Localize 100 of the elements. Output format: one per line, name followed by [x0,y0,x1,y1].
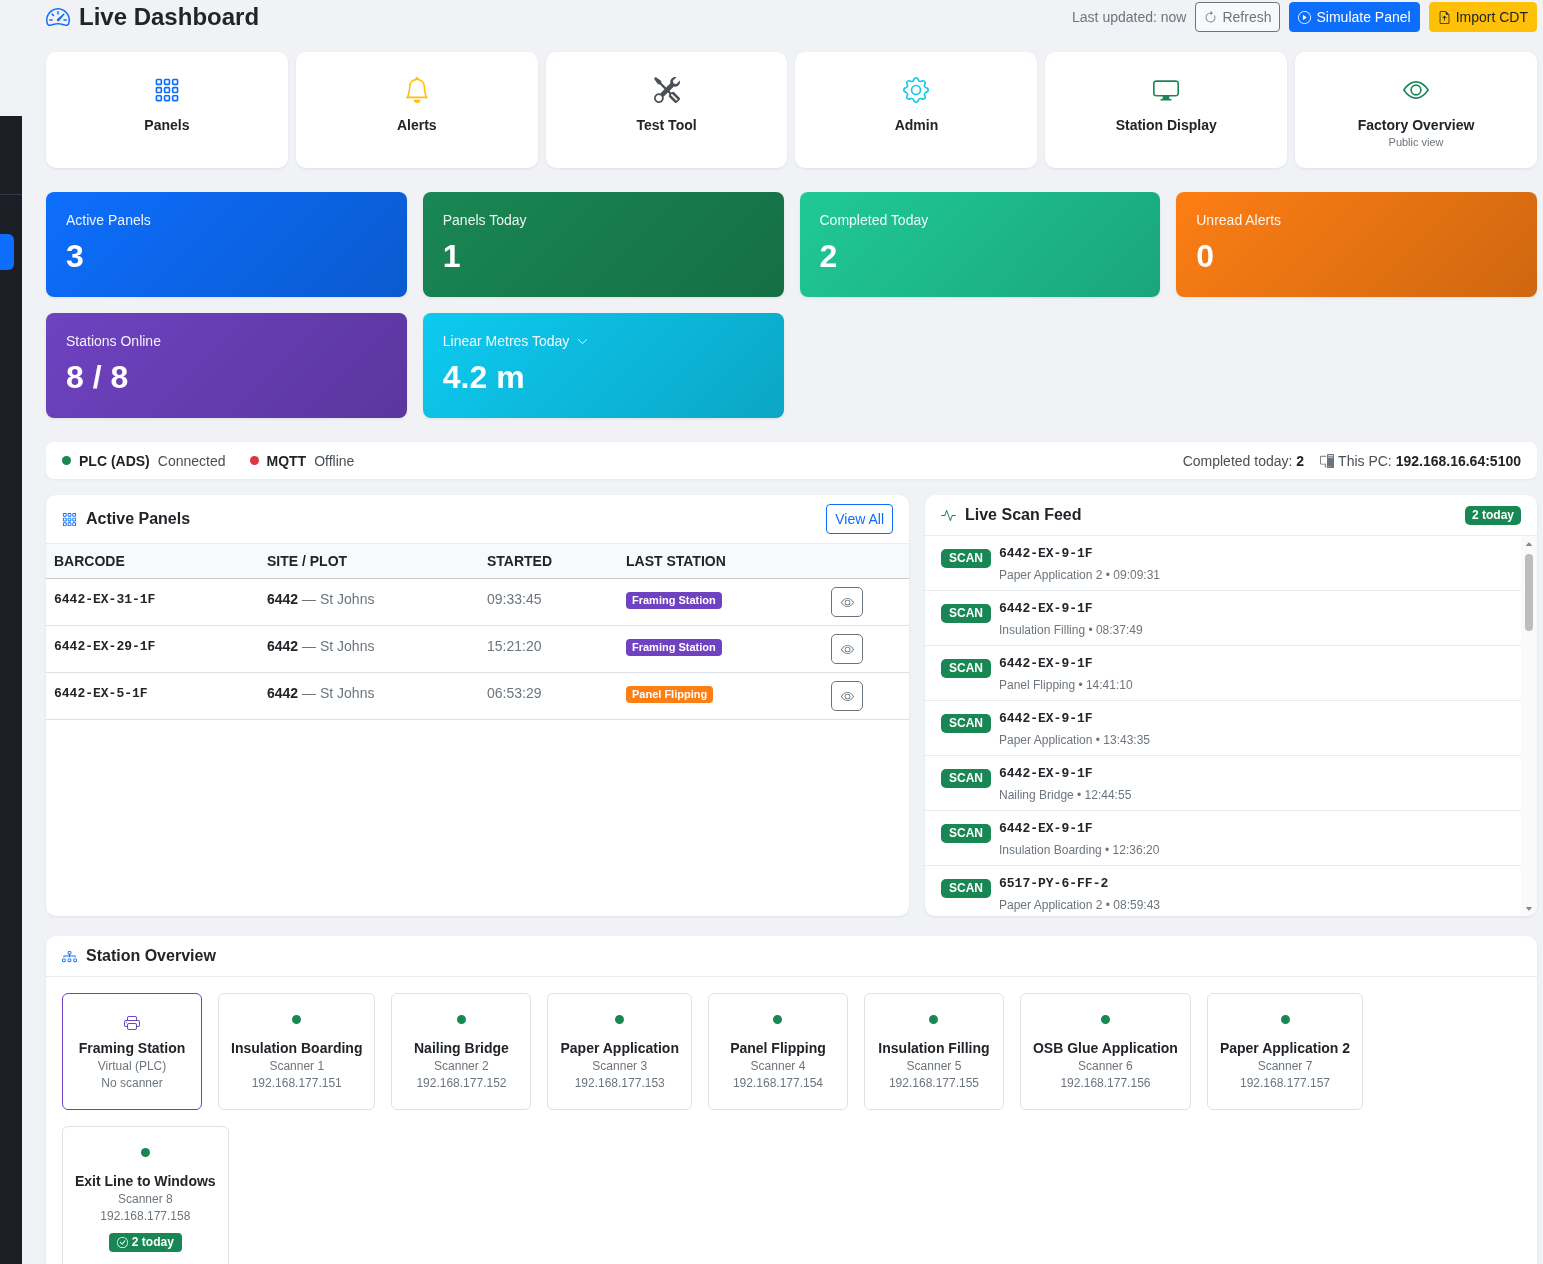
stat-value: 4.2 m [442,358,526,396]
station-detail: Scanner 8 [117,1191,173,1208]
sidebar-item[interactable] [0,234,14,270]
column-header: STARTED [479,543,618,579]
station-detail: Scanner 4 [750,1058,806,1075]
service-state: Connected [157,452,226,469]
view-all-button[interactable]: View All [826,504,893,534]
host-address-text: This PC: 192.168.16.64:5100 [1338,452,1521,469]
view-button[interactable] [831,681,863,711]
view-button[interactable] [831,634,863,664]
nav-card[interactable]: Test Tool [545,52,788,168]
barcode-text: 6442-EX-9-1F [999,545,1093,563]
station-name: Insulation Filling [878,1039,990,1058]
simulate-panel-button[interactable]: Simulate Panel [1289,2,1420,32]
column-header: LAST STATION [618,543,823,579]
scan-badge: SCAN [941,824,991,843]
view-button[interactable] [831,587,863,617]
chevron-down-icon[interactable] [577,336,589,347]
scan-badge: SCAN [941,549,991,568]
station-detail: Scanner 2 [434,1058,489,1075]
refresh-button[interactable]: Refresh [1195,2,1281,32]
scan-detail: Paper Application 2 • 09:09:31 [999,567,1160,583]
station-detail: 192.168.177.154 [732,1075,823,1092]
eye-icon [840,642,854,656]
nav-card[interactable]: Panels [46,52,288,168]
barcode-text: 6442-EX-9-1F [999,765,1093,783]
station-name: Nailing Bridge [414,1039,509,1058]
import-button[interactable]: Import CDT [1428,2,1537,32]
station-name: Framing Station [78,1039,186,1058]
site-plot-cell: 6442 — St Johns [259,672,479,720]
site-plot-cell: 6442 — St Johns [259,625,479,673]
scan-badge: SCAN [941,659,991,678]
play-icon [1298,10,1312,24]
file-upload-icon [1437,10,1451,24]
stat-value: 1 [442,237,462,275]
station-name: Paper Application 2 [1219,1039,1351,1058]
scan-detail: Insulation Filling • 08:37:49 [999,622,1143,638]
service-name: MQTT [266,452,307,469]
speedometer-icon [46,5,70,29]
count-badge: 2 today [1465,505,1521,525]
stat-label: Active Panels [66,212,151,229]
nav-card[interactable]: Admin [795,52,1038,168]
nav-card[interactable]: Alerts [295,52,538,168]
stat-label: Stations Online [66,333,161,350]
scan-badge: SCAN [941,604,991,623]
station-name: OSB Glue Application [1032,1039,1178,1058]
barcode-text: 6442-EX-9-1F [999,820,1093,838]
scan-detail: Insulation Boarding • 12:36:20 [999,842,1160,858]
barcode-cell: 6442-EX-5-1F [46,672,259,720]
site-plot-cell: 6442 — St Johns [259,578,479,626]
barcode-text: 6442-EX-9-1F [999,710,1093,728]
column-header: BARCODE [46,543,259,579]
barcode-text: 6442-EX-9-1F [999,600,1093,618]
card-title: Live Scan Feed [965,505,1082,525]
diagram-icon [62,948,77,964]
barcode-cell: 6442-EX-29-1F [46,625,259,673]
card-title: Active Panels [86,509,191,529]
page-title: Live Dashboard [79,2,260,32]
completed-today-text: Completed today: 2 [1182,452,1305,469]
refresh-icon [1204,10,1218,24]
station-detail: 192.168.177.158 [100,1208,191,1225]
printer-icon [124,1015,140,1031]
grid-icon [62,511,77,527]
scan-detail: Paper Application • 13:43:35 [999,732,1150,748]
started-cell: 06:53:29 [479,672,618,720]
nav-card[interactable]: Factory Overview Public view [1295,52,1537,168]
scrollbar[interactable] [1521,536,1537,916]
last-updated-text: Last updated: now [1072,9,1187,25]
service-name: PLC (ADS) [79,452,150,469]
station-name: Exit Line to Windows [75,1172,216,1191]
pulse-icon [941,507,956,523]
stat-value: 8 / 8 [66,358,130,396]
station-name: Panel Flipping [730,1039,826,1058]
card-title: Station Overview [86,946,216,966]
scrollbar-thumb[interactable] [1525,554,1533,631]
started-cell: 15:21:20 [479,625,618,673]
barcode-text: 6517-PY-6-FF-2 [999,875,1109,893]
barcode-text: 6442-EX-9-1F [999,655,1093,673]
service-state: Offline [314,452,355,469]
scan-badge: SCAN [941,879,991,898]
barcode-cell: 6442-EX-31-1F [46,578,259,626]
station-detail: No scanner [101,1075,163,1092]
started-cell: 09:33:45 [479,578,618,626]
scan-detail: Panel Flipping • 14:41:10 [999,677,1133,693]
station-detail: Scanner 1 [269,1058,325,1075]
station-detail: 192.168.177.156 [1060,1075,1151,1092]
scan-badge: SCAN [941,714,991,733]
scroll-down-icon[interactable] [1525,905,1533,913]
nav-card[interactable]: Station Display [1045,52,1288,168]
scroll-up-icon[interactable] [1525,540,1533,548]
station-detail: Virtual (PLC) [97,1058,167,1075]
badge-text: 2 today [131,1235,174,1250]
station-detail: 192.168.177.152 [416,1075,507,1092]
station-detail: Scanner 6 [1078,1058,1133,1075]
station-detail: 192.168.177.157 [1239,1075,1331,1092]
station-badge: Framing Station [626,639,722,656]
scan-detail: Nailing Bridge • 12:44:55 [999,787,1132,803]
check-circle-icon [116,1237,128,1248]
stat-label: Unread Alerts [1196,212,1282,229]
station-detail: Scanner 7 [1257,1058,1313,1075]
